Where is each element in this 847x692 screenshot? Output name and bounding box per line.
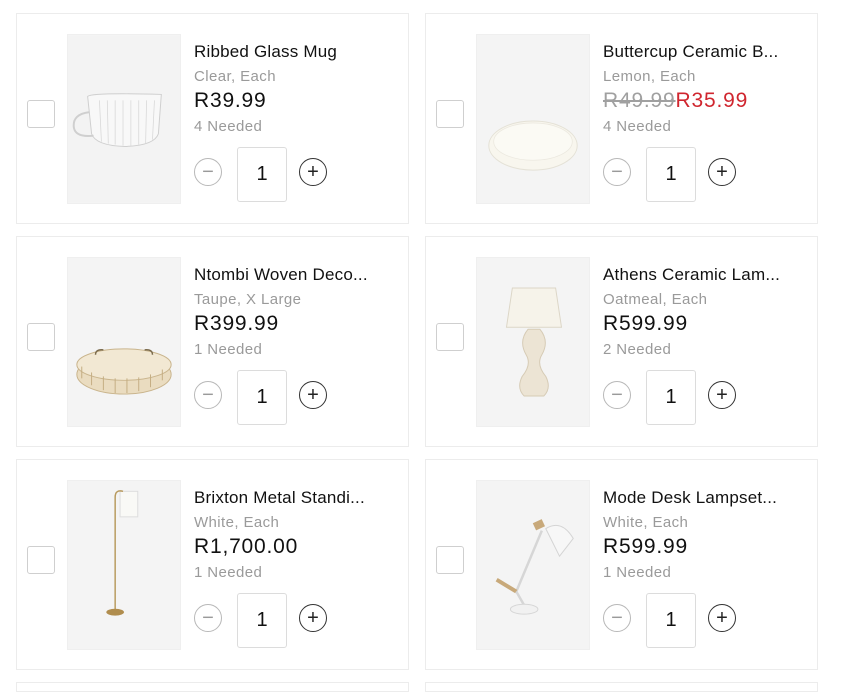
product-price: R599.99 — [603, 312, 688, 336]
glass-mug-image — [68, 35, 180, 203]
price: R39.99 — [194, 89, 267, 112]
original-price: R49.99 — [603, 89, 676, 112]
product-card-partial — [425, 682, 818, 692]
product-variant: Taupe, X Large — [194, 291, 302, 308]
plus-glyph: + — [716, 161, 728, 183]
plus-icon[interactable]: + — [708, 604, 736, 632]
select-checkbox[interactable] — [436, 100, 464, 128]
product-variant: Clear, Each — [194, 68, 276, 85]
quantity-field[interactable]: 1 — [646, 147, 696, 202]
needed-count: 4 Needed — [603, 118, 672, 135]
minus-icon[interactable]: − — [603, 158, 631, 186]
product-price: R39.99 — [194, 89, 267, 113]
price: R599.99 — [603, 312, 688, 335]
product-name[interactable]: Ribbed Glass Mug — [194, 42, 394, 62]
minus-glyph: − — [611, 384, 623, 406]
plus-icon[interactable]: + — [299, 381, 327, 409]
select-checkbox[interactable] — [27, 546, 55, 574]
product-card: Buttercup Ceramic B... Lemon, Each R49.9… — [425, 13, 818, 224]
select-checkbox[interactable] — [27, 323, 55, 351]
sale-price: R35.99 — [675, 89, 749, 112]
price: R399.99 — [194, 312, 279, 335]
minus-glyph: − — [202, 607, 214, 629]
plus-icon[interactable]: + — [299, 604, 327, 632]
product-card: Mode Desk Lampset... White, Each R599.99… — [425, 459, 818, 670]
plus-glyph: + — [307, 161, 319, 183]
quantity-field[interactable]: 1 — [646, 370, 696, 425]
minus-icon[interactable]: − — [194, 604, 222, 632]
plus-icon[interactable]: + — [299, 158, 327, 186]
minus-glyph: − — [611, 607, 623, 629]
minus-icon[interactable]: − — [194, 381, 222, 409]
product-variant: White, Each — [603, 514, 689, 531]
minus-icon[interactable]: − — [603, 604, 631, 632]
product-card: Athens Ceramic Lam... Oatmeal, Each R599… — [425, 236, 818, 447]
product-card: Brixton Metal Standi... White, Each R1,7… — [16, 459, 409, 670]
minus-icon[interactable]: − — [603, 381, 631, 409]
product-variant: Lemon, Each — [603, 68, 696, 85]
product-image[interactable] — [67, 480, 181, 650]
needed-count: 1 Needed — [194, 341, 263, 358]
quantity-field[interactable]: 1 — [237, 370, 287, 425]
product-image[interactable] — [476, 34, 590, 204]
price: R1,700.00 — [194, 535, 299, 558]
table-lamp-image — [477, 258, 589, 426]
select-checkbox[interactable] — [436, 323, 464, 351]
price: R599.99 — [603, 535, 688, 558]
product-card: Ribbed Glass Mug Clear, Each R39.99 4 Ne… — [16, 13, 409, 224]
product-image[interactable] — [67, 34, 181, 204]
minus-glyph: − — [202, 384, 214, 406]
product-price: R1,700.00 — [194, 535, 298, 559]
plus-icon[interactable]: + — [708, 381, 736, 409]
product-image[interactable] — [476, 257, 590, 427]
plus-icon[interactable]: + — [708, 158, 736, 186]
desk-lamp-image — [477, 481, 589, 649]
product-price: R49.99R35.99 — [603, 89, 748, 113]
product-name[interactable]: Athens Ceramic Lam... — [603, 265, 803, 285]
product-name[interactable]: Ntombi Woven Deco... — [194, 265, 394, 285]
product-name[interactable]: Brixton Metal Standi... — [194, 488, 394, 508]
minus-icon[interactable]: − — [194, 158, 222, 186]
quantity-field[interactable]: 1 — [237, 593, 287, 648]
product-card: Ntombi Woven Deco... Taupe, X Large R399… — [16, 236, 409, 447]
plus-glyph: + — [716, 607, 728, 629]
floor-lamp-image — [68, 481, 180, 649]
select-checkbox[interactable] — [436, 546, 464, 574]
product-name[interactable]: Mode Desk Lampset... — [603, 488, 803, 508]
product-card-partial — [16, 682, 409, 692]
woven-tray-image — [68, 258, 180, 426]
product-variant: Oatmeal, Each — [603, 291, 708, 308]
product-variant: White, Each — [194, 514, 280, 531]
quantity-field[interactable]: 1 — [646, 593, 696, 648]
plus-glyph: + — [307, 384, 319, 406]
needed-count: 4 Needed — [194, 118, 263, 135]
product-price: R599.99 — [603, 535, 688, 559]
plus-glyph: + — [716, 384, 728, 406]
quantity-field[interactable]: 1 — [237, 147, 287, 202]
product-price: R399.99 — [194, 312, 279, 336]
minus-glyph: − — [202, 161, 214, 183]
minus-glyph: − — [611, 161, 623, 183]
ceramic-bowl-image — [477, 35, 589, 203]
needed-count: 1 Needed — [194, 564, 263, 581]
needed-count: 1 Needed — [603, 564, 672, 581]
select-checkbox[interactable] — [27, 100, 55, 128]
needed-count: 2 Needed — [603, 341, 672, 358]
product-image[interactable] — [67, 257, 181, 427]
product-name[interactable]: Buttercup Ceramic B... — [603, 42, 803, 62]
product-image[interactable] — [476, 480, 590, 650]
plus-glyph: + — [307, 607, 319, 629]
